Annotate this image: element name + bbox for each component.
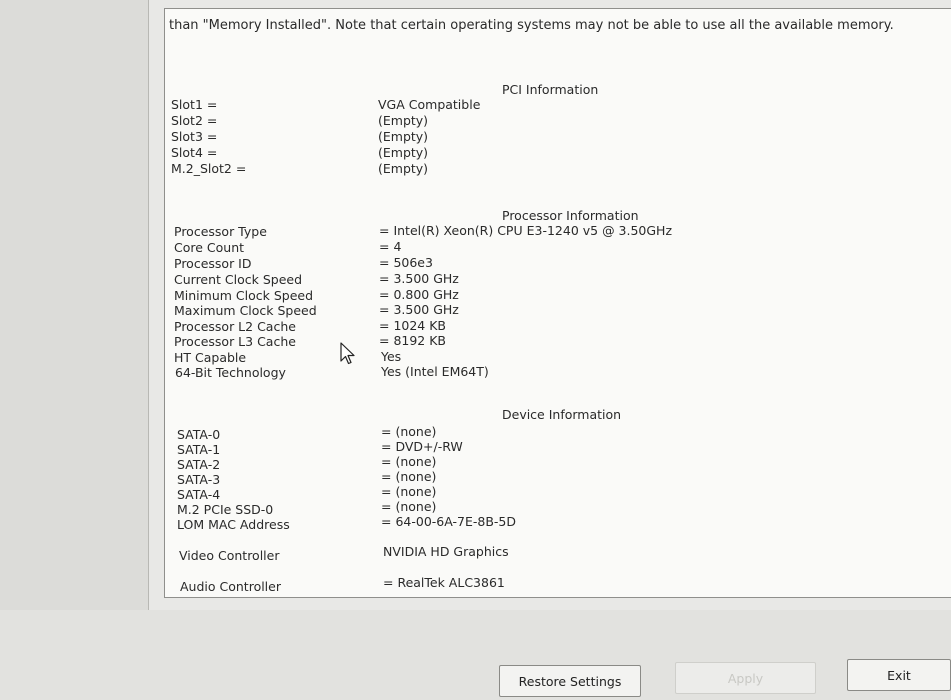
device-information-title: Device Information	[502, 407, 622, 422]
sata-0-value: = (none)	[381, 424, 437, 439]
ht-capable-value: Yes	[381, 349, 402, 364]
ht-capable-label: HT Capable	[174, 350, 247, 365]
processor-type-value: = Intel(R) Xeon(R) CPU E3-1240 v5 @ 3.50…	[379, 223, 673, 238]
sata-3-label: SATA-3	[177, 472, 221, 487]
video-controller-label: Video Controller	[179, 548, 280, 563]
pci-information-title: PCI Information	[502, 82, 599, 97]
sata-4-label: SATA-4	[177, 487, 221, 502]
processor-l2-cache-label: Processor L2 Cache	[174, 319, 296, 334]
audio-controller-value: = RealTek ALC3861	[383, 575, 505, 590]
pci-slot2-value: (Empty)	[378, 113, 429, 128]
memory-note: than "Memory Installed". Note that certa…	[169, 18, 894, 33]
pci-slot3-label: Slot3 =	[171, 129, 218, 144]
sata-3-value: = (none)	[381, 469, 437, 484]
sata-0-label: SATA-0	[177, 427, 221, 442]
processor-l3-cache-label: Processor L3 Cache	[174, 334, 296, 349]
minimum-clock-speed-label: Minimum Clock Speed	[174, 288, 314, 303]
sata-1-label: SATA-1	[177, 442, 221, 457]
system-information-panel: than "Memory Installed". Note that certa…	[164, 8, 951, 598]
pci-slot1-label: Slot1 =	[171, 97, 218, 112]
processor-id-value: = 506e3	[379, 255, 433, 270]
mouse-pointer-icon	[340, 342, 355, 365]
lom-mac-address-value: = 64-00-6A-7E-8B-5D	[381, 514, 516, 529]
audio-controller-label: Audio Controller	[180, 579, 281, 594]
pci-m2-slot2-label: M.2_Slot2 =	[171, 161, 247, 176]
exit-button[interactable]: Exit	[847, 659, 951, 691]
pci-slot2-label: Slot2 =	[171, 113, 218, 128]
pci-slot4-label: Slot4 =	[171, 145, 218, 160]
sata-2-value: = (none)	[381, 454, 437, 469]
pci-slot3-value: (Empty)	[378, 129, 429, 144]
apply-button[interactable]: Apply	[675, 662, 816, 694]
maximum-clock-speed-label: Maximum Clock Speed	[174, 303, 317, 318]
processor-l2-cache-value: = 1024 KB	[379, 318, 447, 333]
pci-slot1-value: VGA Compatible	[378, 97, 481, 112]
processor-information-title: Processor Information	[502, 208, 639, 223]
current-clock-speed-label: Current Clock Speed	[174, 272, 303, 287]
sata-4-value: = (none)	[381, 484, 437, 499]
video-controller-value: NVIDIA HD Graphics	[383, 544, 509, 559]
core-count-label: Core Count	[174, 240, 245, 255]
current-clock-speed-value: = 3.500 GHz	[379, 271, 459, 286]
core-count-value: = 4	[379, 239, 402, 254]
restore-settings-button[interactable]: Restore Settings	[499, 665, 641, 697]
minimum-clock-speed-value: = 0.800 GHz	[379, 287, 459, 302]
processor-id-label: Processor ID	[174, 256, 252, 271]
processor-type-label: Processor Type	[174, 224, 267, 239]
maximum-clock-speed-value: = 3.500 GHz	[379, 302, 459, 317]
m2-pcie-ssd-0-value: = (none)	[381, 499, 437, 514]
lom-mac-address-label: LOM MAC Address	[177, 517, 290, 532]
pci-m2-slot2-value: (Empty)	[378, 161, 429, 176]
64-bit-technology-value: Yes (Intel EM64T)	[381, 364, 489, 379]
64-bit-technology-label: 64-Bit Technology	[175, 365, 286, 380]
pci-slot4-value: (Empty)	[378, 145, 429, 160]
sata-1-value: = DVD+/-RW	[381, 439, 463, 454]
sata-2-label: SATA-2	[177, 457, 221, 472]
processor-l3-cache-value: = 8192 KB	[379, 333, 447, 348]
m2-pcie-ssd-0-label: M.2 PCIe SSD-0	[177, 502, 274, 517]
